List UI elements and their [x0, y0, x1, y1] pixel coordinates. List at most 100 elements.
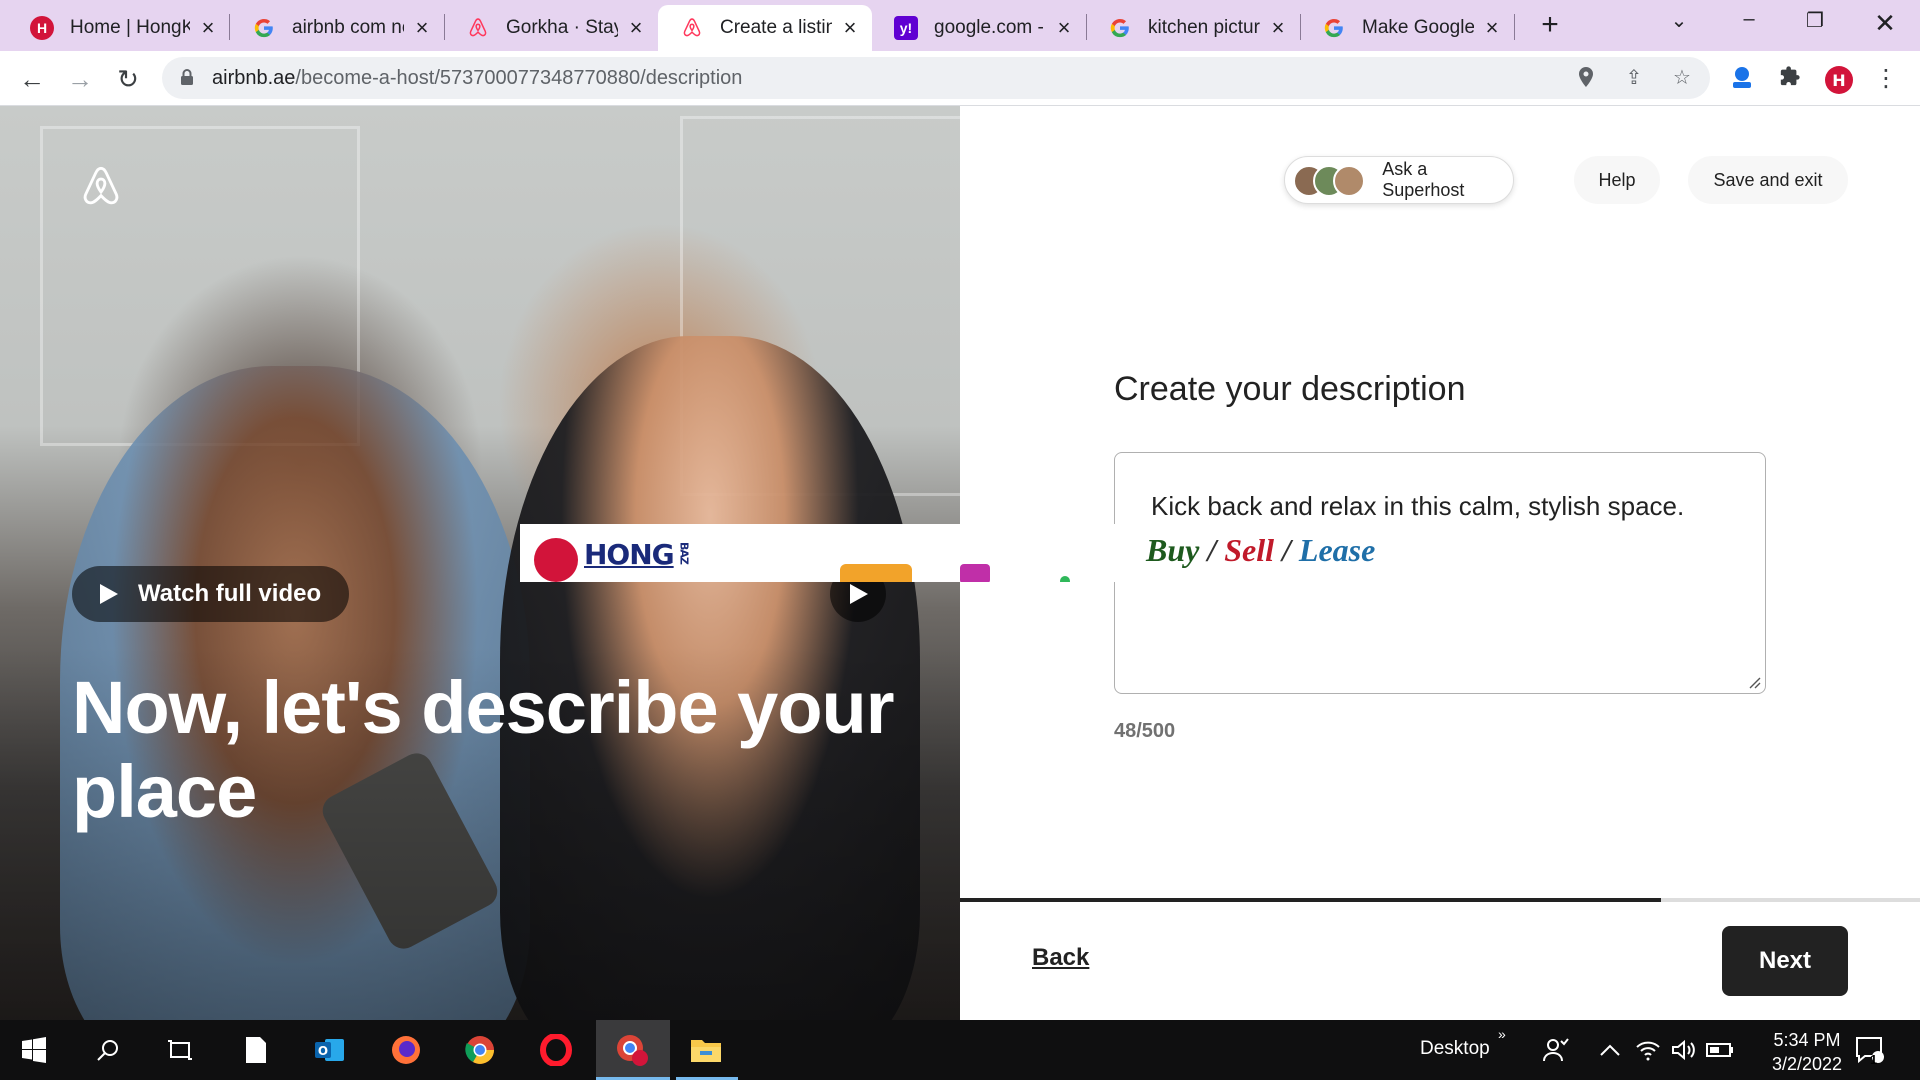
browser-tab-strip: H Home | HongKong × airbnb com new × Gor… [0, 0, 1920, 51]
url-path: /become-a-host/573700077348770880/descri… [295, 67, 743, 89]
progress-bar-fill [960, 898, 1661, 902]
ad-slash: / [1282, 532, 1291, 568]
toolbar-expand-chevron-icon[interactable]: » [1498, 1026, 1506, 1042]
avatar [1333, 165, 1365, 197]
forward-arrow-icon[interactable]: → [64, 63, 96, 95]
back-arrow-icon[interactable]: ← [16, 63, 48, 95]
volume-icon[interactable] [1664, 1030, 1704, 1070]
tab-title: kitchen pictures [1148, 17, 1260, 38]
svg-text:H: H [1832, 71, 1845, 90]
notepad-file-icon[interactable] [236, 1030, 276, 1070]
ask-superhost-button[interactable]: Ask a Superhost [1284, 156, 1514, 204]
address-bar[interactable]: airbnb.ae/become-a-host/5737000773487708… [162, 57, 1710, 99]
desktop-toolbar-label[interactable]: Desktop [1420, 1038, 1490, 1060]
tab-kitchen-pictures[interactable]: kitchen pictures × [1086, 5, 1300, 51]
kebab-menu-icon[interactable]: ⋮ [1872, 65, 1900, 93]
tray-chevron-up-icon[interactable] [1590, 1030, 1630, 1070]
description-text: Kick back and relax in this calm, stylis… [1151, 491, 1685, 521]
tab-title: google.com - Yahoo [934, 17, 1046, 38]
tab-make-google[interactable]: Make Google your × [1300, 5, 1514, 51]
page-title: Create your description [1114, 370, 1466, 408]
close-icon[interactable]: × [1268, 17, 1288, 39]
tab-create-listing[interactable]: Create a listing × [658, 5, 872, 51]
save-and-exit-label: Save and exit [1713, 169, 1823, 190]
back-button[interactable]: Back [1032, 944, 1089, 972]
people-icon[interactable] [1536, 1030, 1576, 1070]
opera-icon[interactable] [536, 1030, 576, 1070]
windows-start-icon[interactable] [14, 1030, 54, 1070]
svg-text:O: O [318, 1044, 328, 1058]
ad-orange-shape [840, 564, 912, 582]
ad-green-dot [1060, 576, 1070, 582]
google-icon [1108, 16, 1132, 40]
clock-date: 3/2/2022 [1771, 1054, 1843, 1074]
close-icon[interactable]: × [626, 17, 646, 39]
help-label: Help [1598, 169, 1636, 190]
ad-purple-shape [960, 564, 990, 582]
lock-icon [181, 69, 193, 85]
browser-toolbar: ← → ↻ airbnb.ae/become-a-host/5737000773… [0, 51, 1920, 106]
tab-title: airbnb com new [292, 17, 404, 38]
watch-full-video-button[interactable]: Watch full video [72, 566, 350, 622]
battery-icon[interactable] [1700, 1030, 1740, 1070]
tab-yahoo-google[interactable]: y! google.com - Yahoo × [872, 5, 1086, 51]
minimize-icon[interactable]: – [1734, 8, 1764, 38]
airbnb-icon [466, 16, 490, 40]
tab-hongkong-home[interactable]: H Home | HongKong × [8, 5, 230, 51]
close-icon[interactable]: × [412, 17, 432, 39]
google-icon [252, 16, 276, 40]
ad-buy: Buy [1146, 532, 1200, 568]
ad-lease: Lease [1298, 532, 1376, 568]
ad-brand: HONG BAZ [584, 538, 691, 571]
close-icon[interactable]: × [1482, 17, 1502, 39]
tab-gorkha-stays[interactable]: Gorkha · Stays × [444, 5, 658, 51]
next-button[interactable]: Next [1722, 926, 1848, 996]
reload-icon[interactable]: ↻ [112, 63, 144, 95]
save-and-exit-button[interactable]: Save and exit [1688, 156, 1848, 204]
ad-brand-small: BAZ [677, 542, 691, 564]
task-view-icon[interactable] [160, 1030, 200, 1070]
window-close-icon[interactable]: ✕ [1870, 8, 1900, 38]
chrome-profile-icon[interactable] [612, 1030, 652, 1070]
url-host: airbnb.ae [212, 67, 296, 89]
airbnb-logo-icon[interactable] [78, 162, 124, 212]
windows-taskbar: O Desktop » 5:34 PM 3/2/2022 1 [0, 1020, 1920, 1080]
chrome-icon[interactable] [460, 1030, 500, 1070]
file-explorer-icon[interactable] [686, 1030, 726, 1070]
system-clock[interactable]: 5:34 PM 3/2/2022 [1752, 1028, 1862, 1076]
watch-full-video-label: Watch full video [138, 580, 322, 607]
ad-sell: Sell [1224, 532, 1275, 568]
superhost-avatars [1293, 163, 1365, 197]
location-pin-icon[interactable] [1574, 66, 1598, 90]
extensions-puzzle-icon[interactable] [1776, 65, 1804, 93]
hongkong-logo-icon [534, 538, 578, 582]
tab-airbnb-search[interactable]: airbnb com new × [230, 5, 444, 51]
close-icon[interactable]: × [1054, 17, 1074, 39]
help-button[interactable]: Help [1574, 156, 1660, 204]
ad-brand-text: HONG [584, 538, 675, 571]
profile-avatar[interactable]: H [1824, 65, 1853, 94]
notification-count-badge: 1 [1870, 1052, 1878, 1067]
tab-title: Gorkha · Stays [506, 17, 618, 38]
firefox-icon[interactable] [386, 1030, 426, 1070]
new-tab-button[interactable]: + [1537, 10, 1563, 40]
resize-handle-icon[interactable] [1747, 675, 1761, 689]
bookmark-star-icon[interactable]: ☆ [1670, 66, 1694, 90]
close-icon[interactable]: × [840, 17, 860, 39]
restore-icon[interactable]: ❐ [1800, 8, 1830, 38]
outlook-icon[interactable]: O [310, 1030, 350, 1070]
next-label: Next [1758, 947, 1812, 974]
close-icon[interactable]: × [198, 17, 218, 39]
tab-title: Home | HongKong [70, 17, 190, 38]
google-icon [1322, 16, 1346, 40]
share-icon[interactable]: ⇪ [1622, 66, 1646, 90]
tab-search-chevron-icon[interactable]: ⌄ [1664, 8, 1694, 38]
tab-title: Create a listing [720, 17, 832, 38]
ad-tagline: Buy / Sell / Lease [1146, 532, 1375, 569]
clock-time: 5:34 PM [1773, 1030, 1841, 1050]
airbnb-host-page: Watch full video Now, let's describe you… [0, 106, 1920, 1020]
search-icon[interactable] [88, 1030, 128, 1070]
extension-translate-icon[interactable] [1728, 65, 1756, 93]
ad-banner[interactable]: HONG BAZ Buy / Sell / Lease [520, 524, 1420, 582]
wifi-icon[interactable] [1628, 1030, 1668, 1070]
